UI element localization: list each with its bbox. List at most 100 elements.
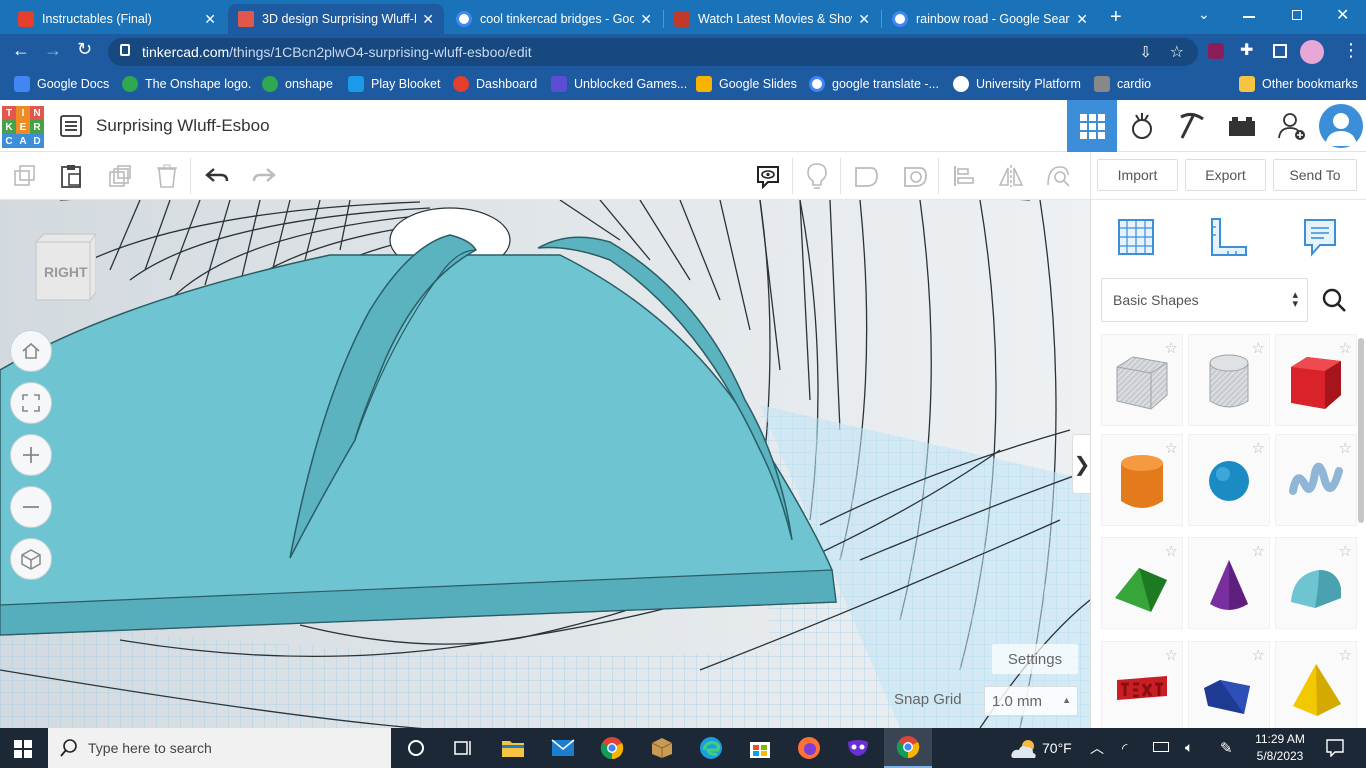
- settings-button[interactable]: Settings: [992, 644, 1078, 674]
- send-to-button[interactable]: Send To: [1273, 159, 1357, 191]
- extensions-puzzle-icon[interactable]: ✚: [1240, 40, 1253, 60]
- align-button[interactable]: [948, 160, 980, 192]
- snap-grid-select[interactable]: 1.0 mm ▲: [984, 686, 1078, 716]
- minimize-icon[interactable]: [1243, 16, 1255, 18]
- bookmark-other[interactable]: Other bookmarks: [1239, 76, 1358, 92]
- file-explorer-button[interactable]: [497, 732, 529, 764]
- notes-button[interactable]: [752, 160, 784, 192]
- system-clock[interactable]: 11:29 AM 5/8/2023: [1248, 731, 1312, 765]
- lego-bricks-button[interactable]: [1217, 100, 1267, 152]
- duplicate-button[interactable]: [104, 160, 136, 192]
- bookmark-unblocked-games[interactable]: Unblocked Games...: [551, 76, 687, 92]
- store-package-button[interactable]: [646, 732, 678, 764]
- bookmark-onshape-logo[interactable]: The Onshape logo.: [122, 76, 251, 92]
- mask-app-button[interactable]: [842, 732, 874, 764]
- install-app-icon[interactable]: ⇩: [1139, 43, 1152, 61]
- taskbar-search-box[interactable]: Type here to search: [48, 728, 391, 768]
- new-tab-button[interactable]: +: [1110, 6, 1122, 29]
- redo-button[interactable]: [248, 160, 280, 192]
- minecraft-pickaxe-button[interactable]: [1167, 100, 1217, 152]
- microsoft-store-button[interactable]: [744, 732, 776, 764]
- side-panel-icon[interactable]: [1273, 44, 1287, 58]
- ruler-tool-button[interactable]: [1205, 214, 1251, 260]
- restore-icon[interactable]: [1292, 10, 1302, 20]
- bookmark-play-blooket[interactable]: Play Blooket: [348, 76, 440, 92]
- close-tab-icon[interactable]: ✕: [640, 11, 652, 28]
- bookmark-google-slides[interactable]: Google Slides: [696, 76, 797, 92]
- tinkercad-logo[interactable]: T I N K E R C A D: [2, 106, 44, 148]
- shape-round-roof[interactable]: ☆: [1275, 537, 1357, 629]
- bookmark-google-translate[interactable]: google translate -...: [809, 76, 939, 92]
- reload-icon[interactable]: ↻: [77, 39, 92, 60]
- shape-text[interactable]: ☆: [1101, 641, 1183, 728]
- shape-scribble[interactable]: ☆: [1275, 434, 1357, 526]
- user-avatar[interactable]: [1319, 104, 1363, 148]
- bookmark-google-docs[interactable]: Google Docs: [14, 76, 109, 92]
- chrome-active-button[interactable]: [884, 728, 932, 768]
- wifi-icon[interactable]: ◜: [1122, 740, 1127, 757]
- import-button[interactable]: Import: [1097, 159, 1178, 191]
- notifications-icon[interactable]: [1326, 739, 1344, 760]
- hole-button[interactable]: [899, 160, 931, 192]
- invite-user-button[interactable]: [1267, 100, 1317, 152]
- extension-icon[interactable]: [1208, 43, 1224, 59]
- close-window-icon[interactable]: ✕: [1336, 5, 1349, 25]
- close-tab-icon[interactable]: ✕: [1076, 11, 1088, 28]
- export-button[interactable]: Export: [1185, 159, 1266, 191]
- profile-avatar-icon[interactable]: [1300, 40, 1324, 64]
- browser-tab-google-bridges[interactable]: cool tinkercad bridges - Goo ✕: [446, 4, 662, 34]
- battery-icon[interactable]: [1153, 742, 1169, 752]
- shape-cylinder[interactable]: ☆: [1101, 434, 1183, 526]
- weather-temperature[interactable]: 70°F: [1042, 740, 1072, 756]
- paste-button[interactable]: [55, 160, 87, 192]
- bookmark-star-icon[interactable]: ☆: [1170, 42, 1184, 62]
- bookmark-onshape[interactable]: onshape: [262, 76, 333, 92]
- firefox-button[interactable]: [793, 732, 825, 764]
- address-bar[interactable]: tinkercad.com/things/1CBcn2plwO4-surpris…: [108, 38, 1198, 66]
- home-view-button[interactable]: [10, 330, 52, 372]
- workplane-tool-button[interactable]: [1113, 214, 1159, 260]
- menu-kebab-icon[interactable]: ⋮: [1342, 40, 1360, 61]
- browser-tab-instructables[interactable]: Instructables (Final) ✕: [8, 4, 226, 34]
- task-view-button[interactable]: [447, 732, 479, 764]
- cortana-button[interactable]: [400, 732, 432, 764]
- bookmark-dashboard[interactable]: Dashboard: [453, 76, 537, 92]
- 3d-scene[interactable]: [0, 200, 1090, 728]
- zoom-in-button[interactable]: [10, 434, 52, 476]
- browser-tab-tinkercad[interactable]: 3D design Surprising Wluff-E ✕: [228, 4, 444, 34]
- workplane-viewport[interactable]: RIGHT ❯ Settings Snap Grid 1.0 mm ▲: [0, 200, 1090, 728]
- cruise-button[interactable]: [1042, 160, 1074, 192]
- shape-box-hole[interactable]: ☆: [1101, 334, 1183, 426]
- shape-search-button[interactable]: [1314, 280, 1354, 320]
- weather-cloud-icon[interactable]: [1010, 738, 1038, 763]
- bookmark-university-platform[interactable]: University Platform: [953, 76, 1081, 92]
- pen-icon[interactable]: ✎: [1220, 739, 1233, 757]
- copy-button[interactable]: [8, 160, 40, 192]
- shape-roof[interactable]: ☆: [1101, 537, 1183, 629]
- blocks-code-button[interactable]: [1117, 100, 1167, 152]
- shape-pyramid[interactable]: ☆: [1275, 641, 1357, 728]
- design-list-icon[interactable]: [60, 115, 82, 140]
- shape-box[interactable]: ☆: [1275, 334, 1357, 426]
- volume-muted-icon[interactable]: 🔈︎: [1185, 739, 1193, 756]
- close-tab-icon[interactable]: ✕: [204, 11, 216, 28]
- perspective-button[interactable]: [10, 538, 52, 580]
- 3d-design-view-button[interactable]: [1067, 100, 1117, 152]
- mirror-button[interactable]: [995, 160, 1027, 192]
- zoom-out-button[interactable]: [10, 486, 52, 528]
- browser-tab-movies[interactable]: Watch Latest Movies & Show ✕: [664, 4, 880, 34]
- browser-tab-rainbow-road[interactable]: rainbow road - Google Searc ✕: [882, 4, 1098, 34]
- windows-start-button[interactable]: [14, 740, 32, 761]
- delete-button[interactable]: [151, 160, 183, 192]
- view-cube[interactable]: RIGHT: [34, 232, 96, 302]
- show-all-button[interactable]: [801, 160, 833, 192]
- undo-button[interactable]: [201, 160, 233, 192]
- design-title[interactable]: Surprising Wluff-Esboo: [96, 116, 270, 136]
- bookmark-cardio[interactable]: cardio: [1094, 76, 1151, 92]
- shape-category-select[interactable]: Basic Shapes ▴ ▾: [1101, 278, 1308, 322]
- shape-wedge[interactable]: ☆: [1188, 641, 1270, 728]
- forward-arrow-icon[interactable]: →: [44, 40, 62, 61]
- collapse-panel-chevron-icon[interactable]: ❯: [1072, 434, 1090, 494]
- panel-scrollbar[interactable]: [1358, 338, 1364, 523]
- shape-cone[interactable]: ☆: [1188, 537, 1270, 629]
